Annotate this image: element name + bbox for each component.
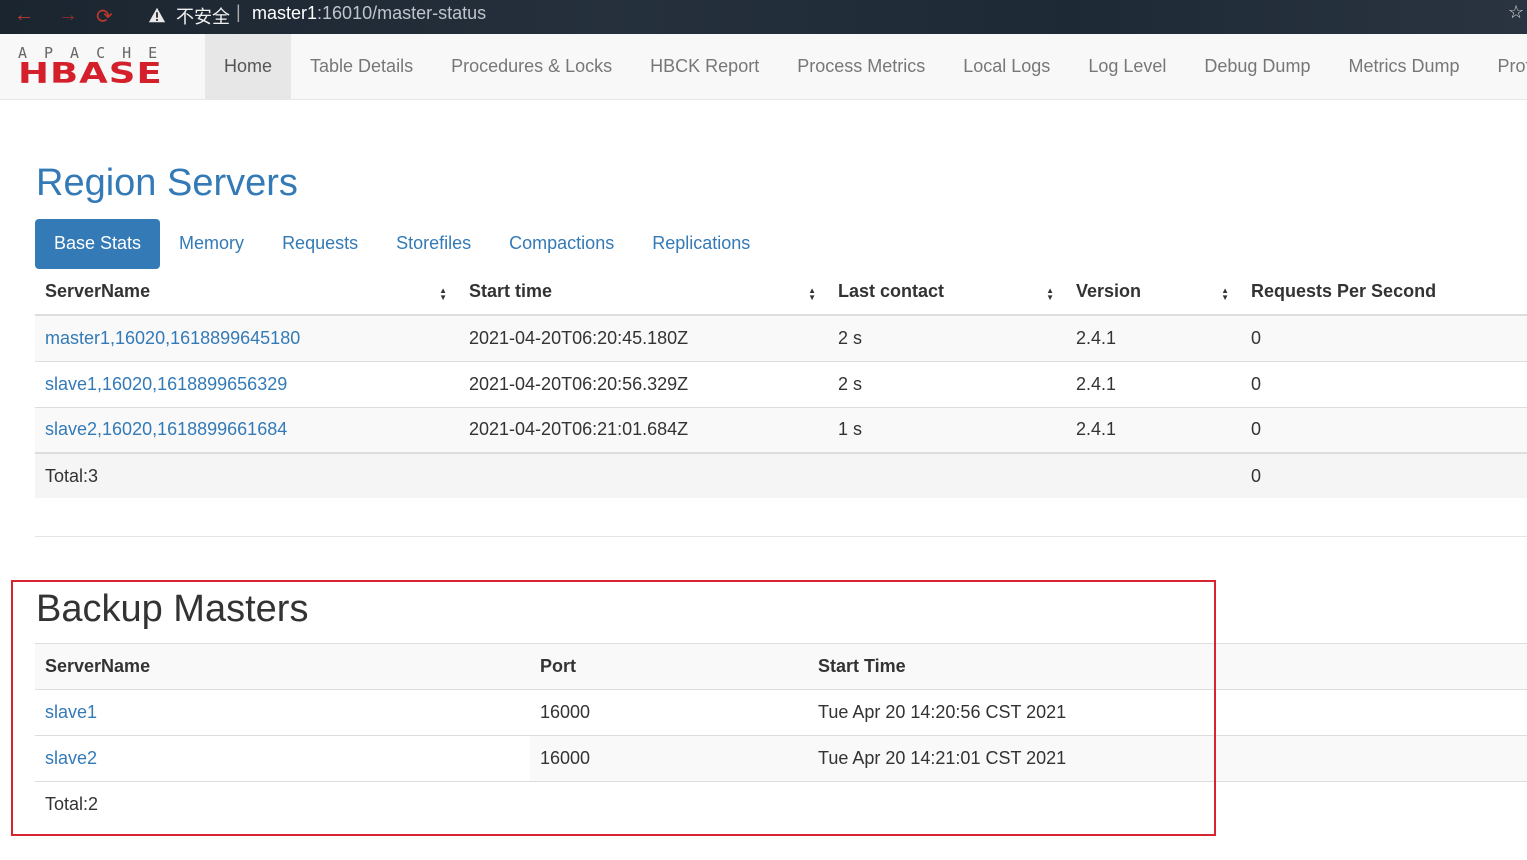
total-label: Total:2 xyxy=(45,794,99,815)
total-label: Total:3 xyxy=(45,465,99,486)
tab-compactions[interactable]: Compactions xyxy=(490,219,633,269)
cell-requests: 0 xyxy=(1251,327,1262,348)
empty-cell xyxy=(808,782,1527,828)
region-server-tabs: Base Stats Memory Requests Storefiles Co… xyxy=(35,219,769,269)
col-header-last-contact[interactable]: Last contact ▲ ▼ xyxy=(828,268,1066,315)
table-header-row: ServerName Port Start Time xyxy=(35,643,1527,690)
backup-masters-heading: Backup Masters xyxy=(36,588,309,630)
nav-table-details[interactable]: Table Details xyxy=(291,34,432,99)
tab-requests[interactable]: Requests xyxy=(263,219,377,269)
server-link[interactable]: slave2,16020,1618899661684 xyxy=(45,419,287,439)
cell-version: 2.4.1 xyxy=(1076,327,1117,348)
browser-address-bar: ← → ⟳ 不安全 | master1:16010/master-status … xyxy=(0,0,1527,34)
tab-memory[interactable]: Memory xyxy=(160,219,263,269)
cell-start-time: Tue Apr 20 14:21:01 CST 2021 xyxy=(818,748,1067,768)
top-navbar: APACHE HBASE Home Table Details Procedur… xyxy=(0,34,1527,100)
cell-requests: 0 xyxy=(1251,373,1262,394)
tab-replications[interactable]: Replications xyxy=(633,219,769,269)
cell-requests: 0 xyxy=(1251,419,1262,440)
col-header-requests-per-second[interactable]: Requests Per Second xyxy=(1241,268,1527,315)
nav-process-metrics[interactable]: Process Metrics xyxy=(778,34,944,99)
cell-version: 2.4.1 xyxy=(1076,419,1117,440)
total-row: Total:2 xyxy=(35,781,1527,828)
nav-local-logs[interactable]: Local Logs xyxy=(944,34,1069,99)
sort-icon[interactable]: ▲ ▼ xyxy=(808,286,816,301)
tab-base-stats[interactable]: Base Stats xyxy=(35,219,161,269)
table-header-row: ServerName ▲ ▼ Start time ▲ ▼ Last contact ▲ ▼… xyxy=(35,268,1527,315)
server-link[interactable]: slave1 xyxy=(45,702,97,722)
sort-icon[interactable]: ▲ ▼ xyxy=(1221,286,1229,301)
backup-masters-table: ServerName Port Start Time slave1 16000 … xyxy=(35,643,1527,828)
url-field[interactable]: master1:16010/master-status xyxy=(252,3,486,24)
col-header-label: Requests Per Second xyxy=(1251,280,1437,301)
cell-start-time: 2021-04-20T06:20:45.180Z xyxy=(469,327,689,348)
nav-home[interactable]: Home xyxy=(205,34,292,99)
url-host: master1 xyxy=(252,3,318,23)
cell-servername: slave2 xyxy=(35,735,530,782)
cell-version: 2.4.1 xyxy=(1076,373,1117,394)
logo-hbase-text: HBASE xyxy=(18,56,163,90)
insecure-label[interactable]: 不安全 xyxy=(176,3,230,29)
nav-log-level[interactable]: Log Level xyxy=(1069,34,1185,99)
table-row: master1,16020,1618899645180 2021-04-20T0… xyxy=(35,315,1527,361)
empty-cell xyxy=(1066,453,1241,498)
cell-port: 16000 xyxy=(540,702,591,722)
cell-servername: slave2,16020,1618899661684 xyxy=(35,407,459,453)
col-header-version[interactable]: Version ▲ ▼ xyxy=(1066,268,1241,315)
hbase-logo[interactable]: APACHE HBASE xyxy=(18,44,186,90)
empty-cell xyxy=(828,453,1066,498)
server-link[interactable]: slave1,16020,1618899656329 xyxy=(45,374,287,394)
col-header-label: Last contact xyxy=(838,280,945,301)
total-requests: 0 xyxy=(1251,465,1262,486)
table-row: slave2,16020,1618899661684 2021-04-20T06… xyxy=(35,407,1527,453)
reload-icon[interactable]: ⟳ xyxy=(96,4,113,29)
forward-arrow-icon[interactable]: → xyxy=(58,4,78,27)
cell-servername: slave1,16020,1618899656329 xyxy=(35,361,459,407)
cell-last-contact: 2 s xyxy=(838,327,863,348)
nav-profiler[interactable]: Profiler xyxy=(1478,34,1527,99)
region-servers-heading: Region Servers xyxy=(36,162,298,204)
url-separator: | xyxy=(236,2,241,22)
sort-icon[interactable]: ▲ ▼ xyxy=(1046,286,1054,301)
section-divider xyxy=(35,536,1527,537)
col-header-servername: ServerName xyxy=(45,656,151,676)
empty-cell xyxy=(530,782,808,828)
cell-last-contact: 2 s xyxy=(838,373,863,394)
server-link[interactable]: slave2 xyxy=(45,748,97,768)
cell-last-contact: 1 s xyxy=(838,419,863,440)
cell-servername: master1,16020,1618899645180 xyxy=(35,315,459,361)
back-arrow-icon[interactable]: ← xyxy=(14,4,34,27)
col-header-servername[interactable]: ServerName ▲ ▼ xyxy=(35,268,459,315)
col-header-label: Version xyxy=(1076,280,1142,301)
sort-icon[interactable]: ▲ ▼ xyxy=(439,286,447,301)
cell-start-time: 2021-04-20T06:21:01.684Z xyxy=(469,419,689,440)
warning-icon xyxy=(148,7,166,23)
nav-metrics-dump[interactable]: Metrics Dump xyxy=(1329,34,1478,99)
table-row: slave2 16000 Tue Apr 20 14:21:01 CST 202… xyxy=(35,735,1527,782)
nav-links: Home Table Details Procedures & Locks HB… xyxy=(205,34,1527,99)
cell-port: 16000 xyxy=(540,748,591,768)
cell-servername: slave1 xyxy=(35,690,530,736)
col-header-port: Port xyxy=(540,656,576,676)
url-path: :16010/master-status xyxy=(317,3,487,23)
bookmark-star-icon[interactable]: ☆ xyxy=(1508,2,1524,23)
tab-storefiles[interactable]: Storefiles xyxy=(377,219,490,269)
table-row: slave1 16000 Tue Apr 20 14:20:56 CST 202… xyxy=(35,690,1527,736)
total-row: Total:3 0 xyxy=(35,453,1527,498)
col-header-label: Start time xyxy=(469,280,553,301)
region-servers-table: ServerName ▲ ▼ Start time ▲ ▼ Last contact ▲ ▼… xyxy=(35,268,1527,498)
table-row: slave1,16020,1618899656329 2021-04-20T06… xyxy=(35,361,1527,407)
col-header-start-time[interactable]: Start time ▲ ▼ xyxy=(459,268,828,315)
empty-cell xyxy=(459,453,828,498)
server-link[interactable]: master1,16020,1618899645180 xyxy=(45,328,300,348)
nav-debug-dump[interactable]: Debug Dump xyxy=(1185,34,1329,99)
nav-hbck-report[interactable]: HBCK Report xyxy=(631,34,778,99)
cell-start-time: 2021-04-20T06:20:56.329Z xyxy=(469,373,689,394)
col-header-label: ServerName xyxy=(45,280,151,301)
nav-procedures-locks[interactable]: Procedures & Locks xyxy=(432,34,631,99)
cell-start-time: Tue Apr 20 14:20:56 CST 2021 xyxy=(818,702,1067,722)
col-header-start-time: Start Time xyxy=(818,656,906,676)
